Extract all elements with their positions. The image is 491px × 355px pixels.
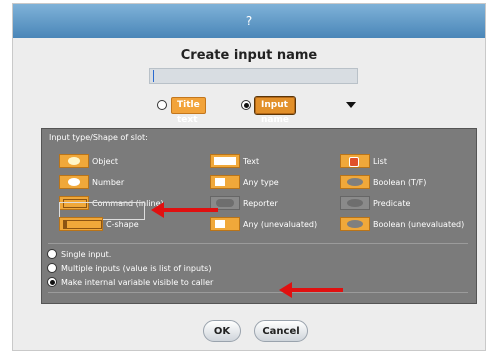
predicate-icon	[340, 196, 370, 210]
object-icon	[59, 154, 89, 168]
create-input-dialog: ? Create input name Title text Input nam…	[12, 3, 486, 351]
title-text-tag[interactable]: Title text	[171, 97, 206, 125]
slot-list[interactable]: List	[340, 153, 387, 169]
panel-divider-bottom	[48, 292, 468, 293]
c-shape-icon	[59, 217, 103, 231]
boolean-unevaluated-icon	[340, 217, 370, 231]
slot-reporter[interactable]: Reporter	[210, 195, 278, 211]
any-unevaluated-icon	[210, 217, 240, 231]
annotation-arrow-c-shape	[151, 202, 218, 218]
slot-number[interactable]: Number	[59, 174, 124, 190]
any-type-icon	[210, 175, 240, 189]
slot-label: Any (unevaluated)	[243, 219, 318, 229]
visible-to-caller-radio[interactable]	[47, 277, 57, 287]
number-slot-icon	[59, 175, 89, 189]
dialog-heading: Create input name	[180, 48, 318, 63]
slot-boolean-unevaluated[interactable]: Boolean (unevaluated)	[340, 216, 464, 232]
option-label: Make internal variable visible to caller	[61, 277, 214, 287]
slot-label: List	[373, 156, 387, 166]
option-single-input[interactable]: Single input.	[47, 249, 111, 259]
text-cursor	[153, 70, 154, 82]
annotation-arrow-visible	[279, 282, 343, 298]
slot-label: Object	[92, 156, 119, 166]
option-label: Multiple inputs (value is list of inputs…	[61, 263, 212, 273]
slot-object[interactable]: Object	[59, 153, 118, 169]
slot-any-unevaluated[interactable]: Any (unevaluated)	[210, 216, 317, 232]
boolean-icon	[340, 175, 370, 189]
option-multiple-inputs[interactable]: Multiple inputs (value is list of inputs…	[47, 263, 211, 273]
slot-type-panel: Input type/Shape of slot: Object Number …	[41, 128, 477, 304]
input-name-field[interactable]	[149, 68, 358, 84]
slot-label: Boolean (unevaluated)	[373, 219, 465, 229]
slot-boolean[interactable]: Boolean (T/F)	[340, 174, 426, 190]
input-name-tag[interactable]: Input name	[254, 96, 296, 125]
slot-predicate[interactable]: Predicate	[340, 195, 410, 211]
option-label: Single input.	[61, 249, 112, 259]
slot-c-shape[interactable]: C-shape	[59, 216, 139, 232]
cancel-button[interactable]: Cancel	[254, 320, 308, 342]
slot-label: Number	[92, 177, 125, 187]
input-name-radio[interactable]	[241, 100, 251, 110]
list-icon	[340, 154, 370, 168]
slot-label: Reporter	[243, 198, 278, 208]
panel-divider	[48, 243, 468, 244]
slot-label: Boolean (T/F)	[373, 177, 427, 187]
slot-any-type[interactable]: Any type	[210, 174, 279, 190]
ok-button[interactable]: OK	[203, 320, 241, 342]
dialog-title: ?	[13, 4, 485, 38]
option-visible-to-caller[interactable]: Make internal variable visible to caller	[47, 277, 213, 287]
slot-label: Any type	[243, 177, 279, 187]
slot-text[interactable]: Text	[210, 153, 259, 169]
single-input-radio[interactable]	[47, 249, 57, 259]
title-text-radio[interactable]	[157, 100, 167, 110]
multiple-inputs-radio[interactable]	[47, 263, 57, 273]
panel-title: Input type/Shape of slot:	[49, 133, 148, 142]
chevron-down-icon[interactable]	[346, 102, 356, 108]
text-slot-icon	[210, 154, 240, 168]
slot-label: Text	[243, 156, 260, 166]
slot-label: Predicate	[373, 198, 411, 208]
slot-label: C-shape	[106, 219, 139, 229]
